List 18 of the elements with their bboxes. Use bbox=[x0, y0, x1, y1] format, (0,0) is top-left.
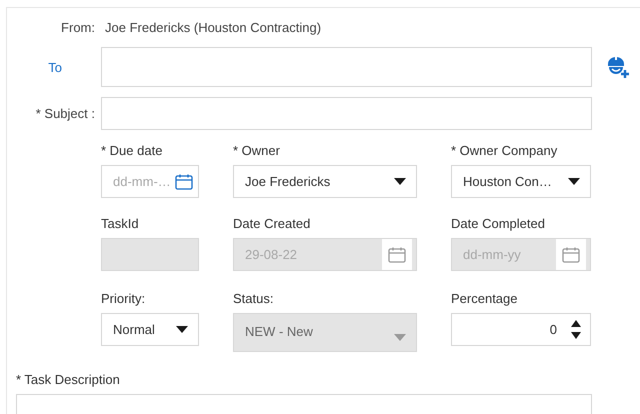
field-label: Status: bbox=[233, 291, 274, 308]
dropdown[interactable]: Houston Con… bbox=[451, 165, 591, 198]
number-field[interactable]: 0 bbox=[451, 313, 591, 346]
from-label: From: bbox=[60, 20, 95, 34]
field-label: Priority: bbox=[101, 291, 146, 308]
to-link[interactable]: To bbox=[48, 60, 62, 74]
field-label: Percentage bbox=[451, 291, 518, 308]
sender-name: Joe Fredericks (Houston Contracting) bbox=[105, 20, 322, 34]
field-label: * Owner Company bbox=[451, 143, 558, 160]
dropdown[interactable]: Joe Fredericks bbox=[233, 165, 417, 198]
description-label: * Task Description bbox=[16, 372, 121, 389]
field-label: * Due date bbox=[101, 143, 164, 160]
field-label: * Owner bbox=[233, 143, 281, 160]
subject-label: * Subject : bbox=[34, 106, 95, 121]
field-label: TaskId bbox=[101, 216, 140, 233]
field-label: Date Completed bbox=[451, 216, 546, 233]
field-label: Date Created bbox=[233, 216, 312, 233]
dropdown[interactable]: Normal bbox=[101, 313, 199, 346]
